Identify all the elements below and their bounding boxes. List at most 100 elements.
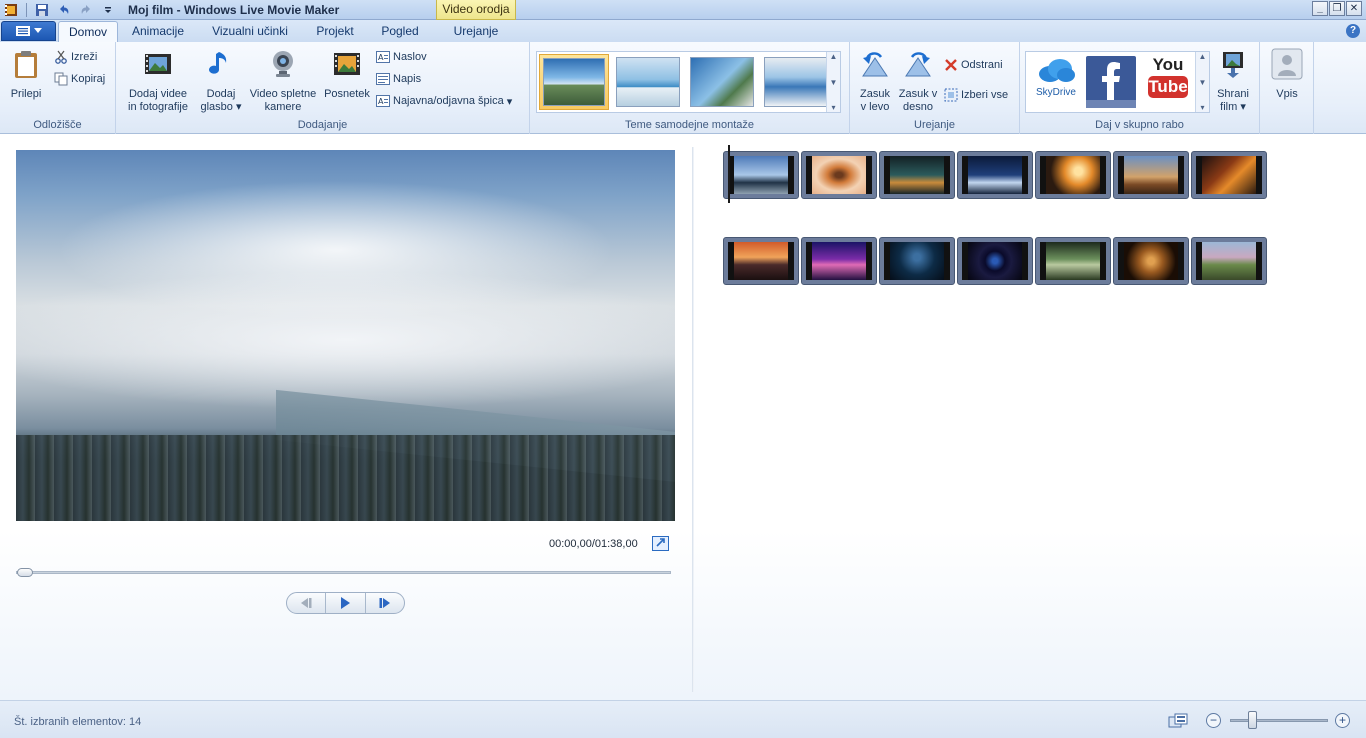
tab-animations[interactable]: Animacije <box>124 21 192 42</box>
clipboard-group: Prilepi Izreži Kopiraj Odložišče <box>0 42 116 134</box>
paste-button[interactable]: Prilepi <box>6 48 46 101</box>
storyboard-clip[interactable] <box>801 237 877 285</box>
theme-fade[interactable] <box>687 54 757 110</box>
storyboard-clip[interactable] <box>1191 237 1267 285</box>
previous-frame-icon <box>301 598 312 608</box>
gallery-more-icon[interactable]: ▾ <box>1200 103 1204 112</box>
pane-splitter[interactable] <box>692 147 694 692</box>
clip-thumbnail <box>962 242 1028 280</box>
gallery-more-icon[interactable]: ▾ <box>831 103 835 112</box>
webcam-video-button[interactable]: Video spletne kamere <box>246 48 320 114</box>
scroll-down-icon[interactable]: ▼ <box>830 78 838 87</box>
svg-text:A: A <box>378 97 384 106</box>
window-controls: _ ❐ ✕ <box>1312 1 1362 16</box>
storyboard-clip[interactable] <box>1191 151 1267 199</box>
storyboard-clip[interactable] <box>1035 151 1111 199</box>
storyboard-clip[interactable] <box>879 151 955 199</box>
play-button[interactable] <box>326 593 366 613</box>
storyboard-clip[interactable] <box>723 237 799 285</box>
save-icon[interactable] <box>33 2 51 18</box>
rotate-right-icon <box>905 52 931 77</box>
title-button[interactable]: A Naslov <box>376 48 427 66</box>
clip-thumbnail <box>1040 242 1106 280</box>
share-gallery-scroll[interactable]: ▲ ▼ ▾ <box>1195 52 1209 112</box>
add-music-label-line1: Dodaj <box>206 88 236 100</box>
snapshot-icon <box>334 53 360 75</box>
remove-button[interactable]: Odstrani <box>944 56 1003 74</box>
tab-project[interactable]: Projekt <box>306 21 364 42</box>
rotate-left-button[interactable]: Zasuk v levo <box>854 48 896 114</box>
facebook-button[interactable] <box>1086 56 1136 108</box>
customize-qat-icon[interactable] <box>99 2 117 18</box>
restore-button[interactable]: ❐ <box>1329 1 1345 16</box>
storyboard-clip[interactable] <box>1035 237 1111 285</box>
application-menu-button[interactable] <box>1 21 56 41</box>
tab-home[interactable]: Domov <box>58 21 118 42</box>
chevron-down-icon: ▾ <box>235 101 242 113</box>
expand-icon <box>656 538 665 547</box>
rotate-left-label-line1: Zasuk <box>860 88 890 100</box>
scroll-up-icon[interactable]: ▲ <box>1199 52 1207 61</box>
tab-visual-effects[interactable]: Vizualni učinki <box>200 21 300 42</box>
theme-thumbnail <box>764 57 828 107</box>
storyboard-clip[interactable] <box>879 237 955 285</box>
webcam-icon <box>273 51 293 77</box>
menu-icon <box>15 26 30 36</box>
editing-group-label: Urejanje <box>914 119 955 131</box>
theme-default[interactable] <box>539 54 609 110</box>
copy-button[interactable]: Kopiraj <box>54 70 105 88</box>
storyboard-view-button[interactable] <box>1168 713 1188 729</box>
youtube-logo-you: You <box>1152 55 1184 74</box>
zoom-slider-thumb[interactable] <box>1248 711 1257 729</box>
storyboard-clip[interactable] <box>957 151 1033 199</box>
next-frame-button[interactable] <box>366 593 404 613</box>
clipboard-group-label: Odložišče <box>33 119 82 131</box>
scroll-down-icon[interactable]: ▼ <box>1199 78 1207 87</box>
seek-bar[interactable] <box>16 571 671 574</box>
credits-label: Najavna/odjavna špica <box>393 95 504 107</box>
redo-icon[interactable] <box>77 2 95 18</box>
zoom-in-button[interactable]: + <box>1335 713 1350 728</box>
ribbon-tab-row: Domov Animacije Vizualni učinki Projekt … <box>0 20 1366 42</box>
undo-icon[interactable] <box>55 2 73 18</box>
zoom-slider-track[interactable] <box>1230 719 1328 722</box>
clip-thumbnail <box>1118 156 1184 194</box>
save-movie-button[interactable]: Shrani film ▾ <box>1210 48 1256 114</box>
cut-button[interactable]: Izreži <box>54 48 97 66</box>
close-button[interactable]: ✕ <box>1346 1 1362 16</box>
zoom-out-button[interactable]: − <box>1206 713 1221 728</box>
share-group-label: Daj v skupno rabo <box>1095 119 1184 131</box>
select-all-button[interactable]: Izberi vse <box>944 86 1008 104</box>
add-music-button[interactable]: Dodaj glasbo ▾ <box>200 48 242 114</box>
help-icon[interactable]: ? <box>1346 24 1360 38</box>
storyboard-clip[interactable] <box>801 151 877 199</box>
scroll-up-icon[interactable]: ▲ <box>830 52 838 61</box>
video-preview[interactable] <box>16 150 675 521</box>
storyboard-clip[interactable] <box>723 151 799 199</box>
seek-bar-thumb[interactable] <box>17 568 33 577</box>
signin-button[interactable]: Vpis <box>1270 48 1304 101</box>
youtube-button[interactable]: You Tube <box>1142 56 1194 108</box>
previous-frame-button[interactable] <box>287 593 327 613</box>
storyboard-clip[interactable] <box>1113 237 1189 285</box>
preview-land <box>16 435 675 521</box>
add-music-label-line2: glasbo <box>200 101 233 113</box>
caption-button[interactable]: Napis <box>376 70 421 88</box>
storyboard-clip[interactable] <box>1113 151 1189 199</box>
skydrive-button[interactable]: SkyDrive <box>1030 56 1082 108</box>
themes-gallery-scroll[interactable]: ▲ ▼ ▾ <box>826 52 840 112</box>
app-icon[interactable] <box>2 2 20 18</box>
rotate-right-button[interactable]: Zasuk v desno <box>896 48 940 114</box>
tab-edit[interactable]: Urejanje <box>438 21 514 42</box>
theme-contemporary[interactable] <box>613 54 683 110</box>
minimize-button[interactable]: _ <box>1312 1 1328 16</box>
tab-view[interactable]: Pogled <box>370 21 430 42</box>
ribbon: Prilepi Izreži Kopiraj Odložišče Dodaj v… <box>0 42 1366 134</box>
storyboard-insertion-cursor <box>728 145 730 203</box>
snapshot-button[interactable]: Posnetek <box>322 48 372 101</box>
storyboard-clip[interactable] <box>957 237 1033 285</box>
add-videos-photos-button[interactable]: Dodaj videe in fotografije <box>120 48 196 114</box>
theme-pan-zoom[interactable] <box>761 54 831 110</box>
fullscreen-preview-button[interactable] <box>652 536 669 551</box>
credits-button[interactable]: A Najavna/odjavna špica ▾ <box>376 92 512 110</box>
